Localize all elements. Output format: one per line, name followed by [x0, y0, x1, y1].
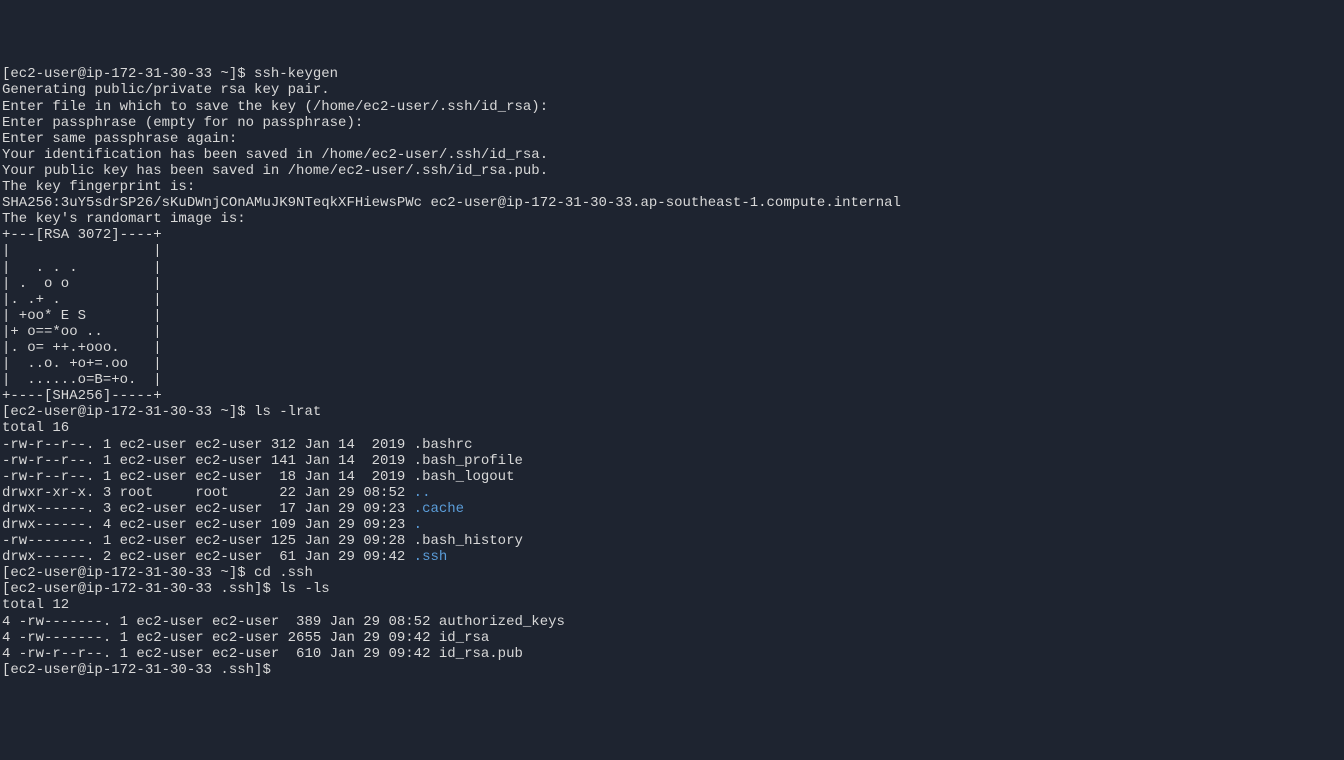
output-line: Enter file in which to save the key (/ho…: [2, 99, 1342, 115]
randomart-line: | ......o=B=+o. |: [2, 372, 1342, 388]
randomart-line: |. o= ++.+ooo. |: [2, 340, 1342, 356]
command-text: cd .ssh: [254, 565, 313, 581]
output-line: 4 -rw-r--r--. 1 ec2-user ec2-user 610 Ja…: [2, 646, 1342, 662]
directory-link: .cache: [414, 501, 464, 517]
output-line: Your identification has been saved in /h…: [2, 147, 1342, 163]
prompt-line: [ec2-user@ip-172-31-30-33 ~]$ cd .ssh: [2, 565, 1342, 581]
output-line: Generating public/private rsa key pair.: [2, 82, 1342, 98]
shell-prompt: [ec2-user@ip-172-31-30-33 ~]$: [2, 66, 254, 82]
randomart-line: | . o o |: [2, 276, 1342, 292]
randomart-line: +---[RSA 3072]----+: [2, 227, 1342, 243]
output-line: The key's randomart image is:: [2, 211, 1342, 227]
ls-entry: drwx------. 4 ec2-user ec2-user 109 Jan …: [2, 517, 414, 533]
ls-entry: drwx------. 2 ec2-user ec2-user 61 Jan 2…: [2, 549, 414, 565]
shell-prompt: [ec2-user@ip-172-31-30-33 .ssh]$: [2, 662, 279, 678]
ls-entry: drwxr-xr-x. 3 root root 22 Jan 29 08:52: [2, 485, 414, 501]
randomart-line: | +oo* E S |: [2, 308, 1342, 324]
output-line: -rw-r--r--. 1 ec2-user ec2-user 312 Jan …: [2, 437, 1342, 453]
randomart-line: | |: [2, 243, 1342, 259]
ls-entry: drwx------. 3 ec2-user ec2-user 17 Jan 2…: [2, 501, 414, 517]
shell-prompt: [ec2-user@ip-172-31-30-33 .ssh]$: [2, 581, 279, 597]
output-line: SHA256:3uY5sdrSP26/sKuDWnjCOnAMuJK9NTeqk…: [2, 195, 1342, 211]
directory-link: .ssh: [414, 549, 448, 565]
randomart-line: +----[SHA256]-----+: [2, 388, 1342, 404]
randomart-line: | . . . |: [2, 260, 1342, 276]
output-line: -rw-------. 1 ec2-user ec2-user 125 Jan …: [2, 533, 1342, 549]
prompt-line[interactable]: [ec2-user@ip-172-31-30-33 .ssh]$: [2, 662, 1342, 678]
prompt-line: [ec2-user@ip-172-31-30-33 .ssh]$ ls -ls: [2, 581, 1342, 597]
command-text: ls -lrat: [254, 404, 321, 420]
output-line: Your public key has been saved in /home/…: [2, 163, 1342, 179]
shell-prompt: [ec2-user@ip-172-31-30-33 ~]$: [2, 565, 254, 581]
shell-prompt: [ec2-user@ip-172-31-30-33 ~]$: [2, 404, 254, 420]
randomart-line: |. .+ . |: [2, 292, 1342, 308]
terminal-output: [ec2-user@ip-172-31-30-33 ~]$ ssh-keygen…: [2, 66, 1342, 678]
output-line: Enter passphrase (empty for no passphras…: [2, 115, 1342, 131]
output-line: -rw-r--r--. 1 ec2-user ec2-user 141 Jan …: [2, 453, 1342, 469]
output-line: 4 -rw-------. 1 ec2-user ec2-user 2655 J…: [2, 630, 1342, 646]
output-line: Enter same passphrase again:: [2, 131, 1342, 147]
prompt-line: [ec2-user@ip-172-31-30-33 ~]$ ssh-keygen: [2, 66, 1342, 82]
command-text: ssh-keygen: [254, 66, 338, 82]
output-line: drwx------. 4 ec2-user ec2-user 109 Jan …: [2, 517, 1342, 533]
output-line: drwxr-xr-x. 3 root root 22 Jan 29 08:52 …: [2, 485, 1342, 501]
output-line: The key fingerprint is:: [2, 179, 1342, 195]
output-line: drwx------. 3 ec2-user ec2-user 17 Jan 2…: [2, 501, 1342, 517]
output-line: total 12: [2, 597, 1342, 613]
directory-link: .: [414, 517, 422, 533]
randomart-line: |+ o==*oo .. |: [2, 324, 1342, 340]
randomart-line: | ..o. +o+=.oo |: [2, 356, 1342, 372]
command-text: ls -ls: [279, 581, 329, 597]
output-line: total 16: [2, 420, 1342, 436]
directory-link: ..: [414, 485, 431, 501]
prompt-line: [ec2-user@ip-172-31-30-33 ~]$ ls -lrat: [2, 404, 1342, 420]
output-line: -rw-r--r--. 1 ec2-user ec2-user 18 Jan 1…: [2, 469, 1342, 485]
output-line: drwx------. 2 ec2-user ec2-user 61 Jan 2…: [2, 549, 1342, 565]
output-line: 4 -rw-------. 1 ec2-user ec2-user 389 Ja…: [2, 614, 1342, 630]
